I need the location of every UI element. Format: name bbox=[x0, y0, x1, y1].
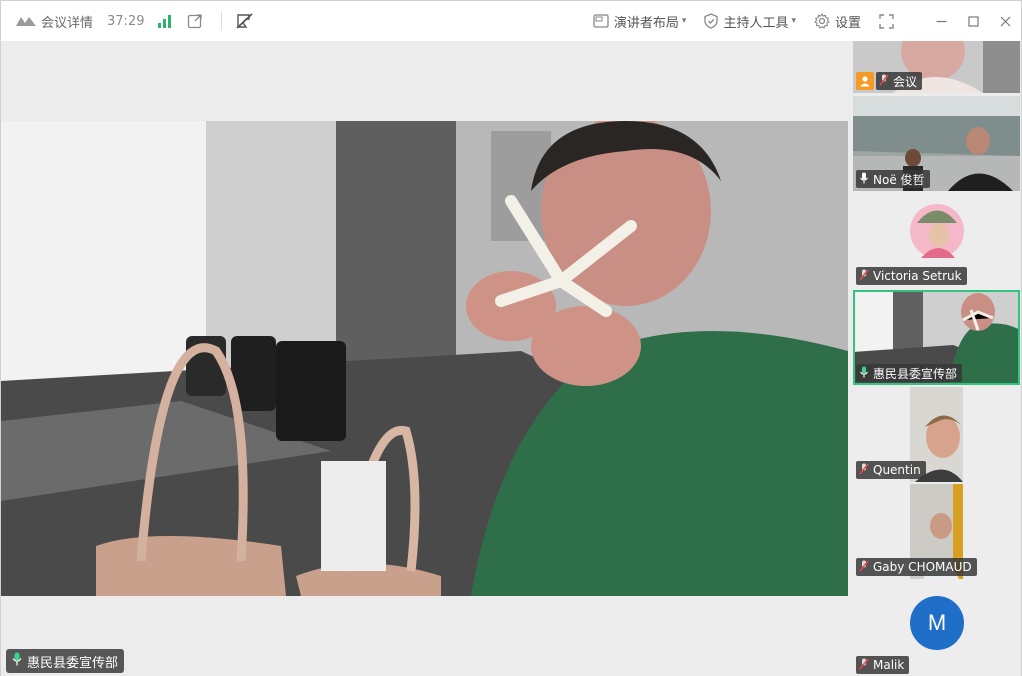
main-speaker-name: 惠民县委宣传部 bbox=[27, 655, 119, 671]
main-stage: 惠民县委宣传部 bbox=[1, 41, 850, 676]
participant-name: Gaby CHOMAUD bbox=[873, 560, 972, 574]
signal-icon[interactable] bbox=[158, 14, 172, 28]
participant-name-tag: Noë 俊哲 bbox=[856, 170, 930, 188]
participant-name-tag: 会议 bbox=[876, 72, 923, 90]
mic-muted-icon bbox=[859, 658, 869, 673]
settings-button[interactable]: 设置 bbox=[814, 12, 861, 31]
avatar: M bbox=[910, 596, 964, 650]
main-speaker-name-tag: 惠民县委宣传部 bbox=[6, 649, 125, 673]
mic-icon bbox=[12, 652, 22, 670]
participant-name: Quentin bbox=[873, 463, 921, 477]
top-bar: 会议详情 37:29 演讲者布局 ▾ 主持人工具 ▾ 设置 bbox=[1, 1, 1021, 41]
gear-icon bbox=[814, 13, 830, 29]
maximize-icon[interactable] bbox=[957, 1, 989, 41]
minimize-icon[interactable] bbox=[925, 1, 957, 41]
settings-label: 设置 bbox=[834, 15, 861, 31]
no-video-icon[interactable] bbox=[236, 13, 254, 29]
meeting-timer: 37:29 bbox=[107, 13, 145, 29]
meeting-details-button[interactable]: 会议详情 bbox=[41, 12, 93, 31]
participant-tile[interactable]: Noë 俊哲 bbox=[853, 96, 1020, 191]
participant-tile[interactable]: Victoria Setruk bbox=[853, 193, 1020, 288]
layout-icon bbox=[593, 14, 609, 28]
presenter-layout-label: 演讲者布局 bbox=[613, 15, 679, 31]
logo-icon bbox=[15, 14, 37, 28]
participant-name-tag: Gaby CHOMAUD bbox=[856, 558, 977, 576]
participant-name: 会议 bbox=[893, 74, 918, 89]
mic-icon bbox=[859, 366, 869, 381]
participant-name: Noë 俊哲 bbox=[873, 172, 925, 187]
mic-muted-icon bbox=[859, 463, 869, 478]
close-icon[interactable] bbox=[989, 1, 1021, 41]
participant-tile[interactable]: 惠民县委宣传部 bbox=[853, 290, 1020, 385]
participant-sidebar[interactable]: 会议 Noë 俊哲 Victoria Setruk 惠民县委宣传部 Quenti… bbox=[850, 41, 1021, 676]
participant-tile[interactable]: Gaby CHOMAUD bbox=[853, 484, 1020, 579]
toolbar-divider bbox=[221, 12, 223, 30]
mic-muted-icon bbox=[859, 560, 869, 575]
participant-name-tag: 惠民县委宣传部 bbox=[856, 364, 963, 382]
presenter-layout-button[interactable]: 演讲者布局 ▾ bbox=[593, 12, 687, 31]
participant-name-tag: Victoria Setruk bbox=[856, 267, 967, 285]
host-badge bbox=[856, 72, 874, 90]
participant-tile[interactable]: M Malik bbox=[853, 581, 1020, 676]
meeting-window: 会议详情 37:29 演讲者布局 ▾ 主持人工具 ▾ 设置 惠民县委宣传部 会议… bbox=[0, 0, 1022, 676]
share-icon[interactable] bbox=[187, 13, 203, 29]
host-tools-label: 主持人工具 bbox=[723, 15, 789, 31]
participant-name-tag: Quentin bbox=[856, 461, 926, 479]
mic-muted-icon bbox=[859, 269, 869, 284]
host-tools-button[interactable]: 主持人工具 ▾ bbox=[704, 12, 796, 31]
main-video-feed[interactable] bbox=[1, 121, 848, 596]
chevron-down-icon: ▾ bbox=[681, 16, 687, 26]
chevron-down-icon: ▾ bbox=[791, 16, 796, 26]
mic-muted-icon bbox=[879, 74, 889, 89]
participant-name: 惠民县委宣传部 bbox=[873, 366, 958, 381]
participant-tile[interactable]: Quentin bbox=[853, 387, 1020, 482]
mic-icon bbox=[859, 172, 869, 187]
participant-name: Victoria Setruk bbox=[873, 269, 962, 283]
user-icon bbox=[860, 76, 870, 87]
participant-tile[interactable]: 会议 bbox=[853, 41, 1020, 93]
participant-name-tag: Malik bbox=[856, 656, 910, 674]
shield-icon bbox=[704, 13, 719, 29]
fullscreen-icon[interactable] bbox=[879, 13, 899, 29]
participant-name: Malik bbox=[873, 658, 905, 672]
